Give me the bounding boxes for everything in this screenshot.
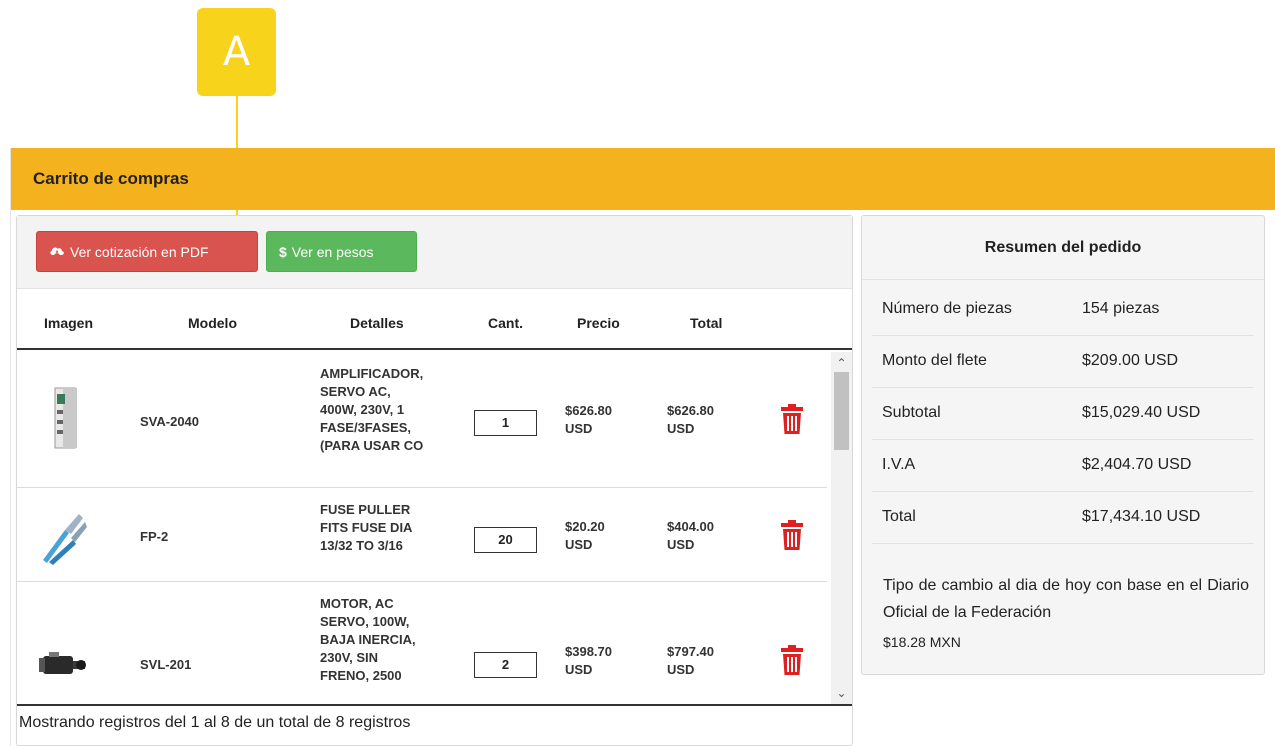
row-model: SVL-201 bbox=[140, 657, 192, 672]
shopping-cart-panel: Carrito de compras Ver cotización en PDF… bbox=[10, 148, 1275, 746]
annotation-label: A bbox=[222, 29, 251, 75]
row-price: $398.70 USD bbox=[565, 644, 612, 677]
column-header-image: Imagen bbox=[44, 315, 94, 331]
summary-label: Subtotal bbox=[882, 404, 941, 421]
servo-amplifier-image bbox=[54, 387, 77, 449]
row-total: $404.00 USD bbox=[667, 519, 714, 552]
exchange-rate-value: $18.28 MXN bbox=[883, 634, 961, 650]
summary-row-tax: I.V.A $2,404.70 USD bbox=[872, 440, 1254, 492]
annotation-callout: A bbox=[197, 8, 276, 96]
row-price: $626.80 USD bbox=[565, 403, 612, 436]
column-header-model: Modelo bbox=[188, 315, 237, 331]
row-price: $20.20 USD bbox=[565, 519, 605, 552]
table-row: SVA-2040 AMPLIFICADOR, SERVO AC, 400W, 2… bbox=[17, 352, 827, 488]
view-in-pesos-label: Ver en pesos bbox=[291, 243, 374, 260]
view-in-pesos-button[interactable]: $ Ver en pesos bbox=[266, 231, 417, 272]
table-row: FP-2 FUSE PULLER FITS FUSE DIA 13/32 TO … bbox=[17, 488, 827, 582]
view-pdf-quote-label: Ver cotización en PDF bbox=[70, 243, 209, 260]
quantity-input[interactable]: 20 bbox=[474, 527, 537, 553]
table-row: SVL-201 MOTOR, AC SERVO, 100W, BAJA INER… bbox=[17, 582, 827, 704]
row-total: $626.80 USD bbox=[667, 403, 714, 436]
summary-value: $209.00 USD bbox=[1082, 352, 1179, 369]
column-header-quantity: Cant. bbox=[488, 315, 523, 331]
table-header: Imagen Modelo Detalles Cant. Precio Tota… bbox=[17, 290, 852, 350]
row-model: FP-2 bbox=[140, 529, 169, 544]
table-footer-info: Mostrando registros del 1 al 8 de un tot… bbox=[19, 714, 411, 731]
order-summary: Resumen del pedido Número de piezas 154 … bbox=[861, 215, 1265, 675]
trash-icon[interactable] bbox=[781, 404, 803, 434]
summary-row-pieces: Número de piezas 154 piezas bbox=[872, 284, 1254, 336]
summary-row-shipping: Monto del flete $209.00 USD bbox=[872, 336, 1254, 388]
table-scrollbar[interactable]: ⌃ ⌄ bbox=[831, 352, 852, 704]
row-details: MOTOR, AC SERVO, 100W, BAJA INERCIA, 230… bbox=[320, 596, 416, 683]
panel-header: Carrito de compras bbox=[11, 148, 1275, 210]
cart-toolbar: Ver cotización en PDF $ Ver en pesos bbox=[17, 216, 852, 289]
exchange-rate-note: Tipo de cambio al dia de hoy con base en… bbox=[883, 577, 1249, 621]
panel-title: Carrito de compras bbox=[33, 169, 189, 188]
summary-title: Resumen del pedido bbox=[862, 216, 1264, 280]
column-header-price: Precio bbox=[577, 315, 620, 331]
summary-row-total: Total $17,434.10 USD bbox=[872, 492, 1254, 544]
dollar-icon: $ bbox=[279, 243, 287, 260]
cloud-download-icon bbox=[50, 247, 64, 258]
view-pdf-quote-button[interactable]: Ver cotización en PDF bbox=[36, 231, 258, 272]
row-details: AMPLIFICADOR, SERVO AC, 400W, 230V, 1 FA… bbox=[320, 366, 424, 453]
summary-value: $17,434.10 USD bbox=[1082, 508, 1201, 525]
summary-row-subtotal: Subtotal $15,029.40 USD bbox=[872, 388, 1254, 440]
row-total: $797.40 USD bbox=[667, 644, 714, 677]
trash-icon[interactable] bbox=[781, 520, 803, 550]
scroll-down-icon[interactable]: ⌄ bbox=[831, 684, 852, 702]
summary-value: $2,404.70 USD bbox=[1082, 456, 1192, 473]
column-header-details: Detalles bbox=[350, 315, 404, 331]
summary-label: Monto del flete bbox=[882, 352, 987, 369]
trash-icon[interactable] bbox=[781, 645, 803, 675]
fuse-puller-image bbox=[43, 514, 87, 565]
scrollbar-thumb[interactable] bbox=[834, 372, 849, 450]
summary-label: I.V.A bbox=[882, 456, 916, 473]
column-header-total: Total bbox=[690, 315, 723, 331]
cart-table-box: Ver cotización en PDF $ Ver en pesos Ima… bbox=[16, 215, 853, 746]
summary-label: Total bbox=[882, 508, 916, 525]
table-body[interactable]: SVA-2040 AMPLIFICADOR, SERVO AC, 400W, 2… bbox=[17, 352, 852, 706]
summary-label: Número de piezas bbox=[882, 300, 1012, 317]
scroll-up-icon[interactable]: ⌃ bbox=[831, 354, 852, 372]
summary-value: 154 piezas bbox=[1082, 300, 1160, 317]
row-details: FUSE PULLER FITS FUSE DIA 13/32 TO 3/16 bbox=[320, 502, 413, 553]
servo-motor-image bbox=[39, 652, 86, 674]
quantity-input[interactable]: 2 bbox=[474, 652, 537, 678]
summary-value: $15,029.40 USD bbox=[1082, 404, 1201, 421]
row-model: SVA-2040 bbox=[140, 414, 200, 429]
quantity-input[interactable]: 1 bbox=[474, 410, 537, 436]
